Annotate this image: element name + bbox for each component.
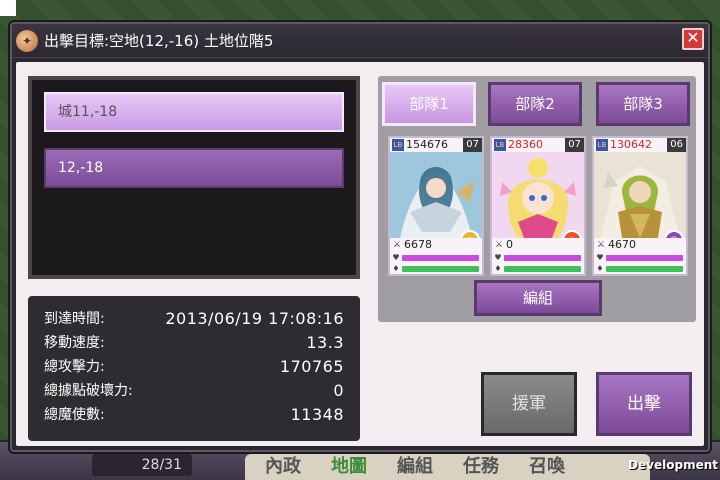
troop-count: 28/31 [92, 454, 192, 476]
hp-row: ♥ [594, 252, 686, 263]
tab-squad-1[interactable]: 部隊1 [382, 82, 476, 126]
info-row-arrival: 到達時間: 2013/06/19 17:08:16 [44, 306, 344, 330]
dialog-body: 城11,-18 12,-18 到達時間: 2013/06/19 17:08:16… [16, 62, 704, 446]
card-stat-value: 0 [506, 238, 513, 251]
hp-bar [504, 254, 581, 261]
card-level: 07 [463, 138, 482, 152]
rank-icon: LB [596, 139, 608, 151]
unit-card[interactable]: LB 130642 06 ◉ [592, 136, 688, 276]
stamina-bar [402, 265, 479, 272]
tab-internal[interactable]: 內政 [265, 454, 301, 480]
army-panel: 部隊1 部隊2 部隊3 LB 154676 07 ⚔ 6678 ♥ ♦ LB 2… [378, 76, 696, 322]
move-speed-label: 移動速度: [44, 335, 105, 351]
sortie-button[interactable]: 出擊 [596, 372, 692, 436]
card-stat: ⚔ 4670 [594, 238, 686, 252]
unit-card[interactable]: LB 28360 07 ⚔ 0 ♥ ♦ [490, 136, 586, 276]
tab-formation[interactable]: 編組 [397, 454, 433, 480]
total-mages-value: 11348 [290, 404, 344, 424]
bottom-tabs: 內政 地圖 編組 任務 召喚 [245, 454, 650, 480]
tab-summon[interactable]: 召喚 [529, 454, 565, 480]
dialog-title: 出擊目標:空地(12,-16) 土地位階5 [44, 32, 274, 50]
stamina-icon: ♦ [392, 264, 400, 273]
tab-squad-3[interactable]: 部隊3 [596, 82, 690, 126]
hp-icon: ♥ [596, 253, 604, 262]
stamina-bar [606, 265, 683, 272]
total-attack-value: 170765 [279, 356, 344, 376]
card-header: LB 28360 07 [492, 138, 584, 152]
card-header: LB 130642 06 [594, 138, 686, 152]
card-power: 154676 [406, 138, 448, 151]
stamina-icon: ♦ [494, 264, 502, 273]
move-speed-value: 13.3 [306, 332, 344, 352]
close-button[interactable]: ✕ [682, 28, 704, 50]
attack-icon: ⚔ [596, 240, 606, 250]
card-power: 130642 [610, 138, 652, 151]
card-power: 28360 [508, 138, 543, 151]
card-header: LB 154676 07 [390, 138, 482, 152]
arrival-time-label: 到達時間: [44, 311, 105, 327]
stamina-bar [504, 265, 581, 272]
stamina-row: ♦ [594, 263, 686, 274]
total-attack-label: 總攻擊力: [44, 359, 105, 375]
sortie-badge-icon: ✦ [16, 29, 38, 52]
hp-row: ♥ [390, 252, 482, 263]
tab-squad-2[interactable]: 部隊2 [488, 82, 582, 126]
info-row-attack: 總攻擊力: 170765 [44, 354, 344, 378]
total-mages-label: 總魔使數: [44, 407, 105, 423]
card-stat-value: 6678 [404, 238, 432, 251]
unit-card[interactable]: LB 154676 07 ✦ [388, 136, 484, 276]
hp-bar [606, 254, 683, 261]
rank-icon: LB [392, 139, 404, 151]
formation-button[interactable]: 編組 [474, 280, 602, 316]
card-level: 07 [565, 138, 584, 152]
card-stat: ⚔ 6678 [390, 238, 482, 252]
card-stat: ⚔ 0 [492, 238, 584, 252]
base-destroy-label: 總據點破壞力: [44, 383, 133, 399]
character-portrait-icon [390, 152, 482, 238]
reinforce-button[interactable]: 援軍 [481, 372, 577, 436]
attack-icon: ⚔ [494, 240, 504, 250]
stamina-icon: ♦ [596, 264, 604, 273]
target-item-coordinate[interactable]: 12,-18 [44, 148, 344, 188]
development-label: Development [628, 458, 718, 472]
hp-row: ♥ [492, 252, 584, 263]
corner-marker [0, 0, 16, 16]
card-stat-value: 4670 [608, 238, 636, 251]
stamina-row: ♦ [492, 263, 584, 274]
stamina-row: ♦ [390, 263, 482, 274]
info-row-speed: 移動速度: 13.3 [44, 330, 344, 354]
base-destroy-value: 0 [333, 380, 344, 400]
character-portrait-icon [492, 152, 584, 238]
info-row-mages: 總魔使數: 11348 [44, 402, 344, 426]
tab-quest[interactable]: 任務 [463, 454, 499, 480]
arrival-time-value: 2013/06/19 17:08:16 [165, 308, 344, 328]
tab-map[interactable]: 地圖 [331, 454, 367, 480]
rank-icon: LB [494, 139, 506, 151]
sortie-info-panel: 到達時間: 2013/06/19 17:08:16 移動速度: 13.3 總攻擊… [28, 296, 360, 441]
dialog-titlebar: ✦ 出擊目標:空地(12,-16) 土地位階5 ✕ [12, 24, 708, 58]
hp-bar [402, 254, 479, 261]
info-row-destroy: 總據點破壞力: 0 [44, 378, 344, 402]
attack-icon: ⚔ [392, 240, 402, 250]
target-item-castle[interactable]: 城11,-18 [44, 92, 344, 132]
hp-icon: ♥ [494, 253, 502, 262]
hp-icon: ♥ [392, 253, 400, 262]
character-portrait-icon [594, 152, 686, 238]
sortie-dialog: ✦ 出擊目標:空地(12,-16) 土地位階5 ✕ 城11,-18 12,-18… [10, 22, 710, 452]
card-level: 06 [667, 138, 686, 152]
target-list: 城11,-18 12,-18 [28, 76, 360, 279]
